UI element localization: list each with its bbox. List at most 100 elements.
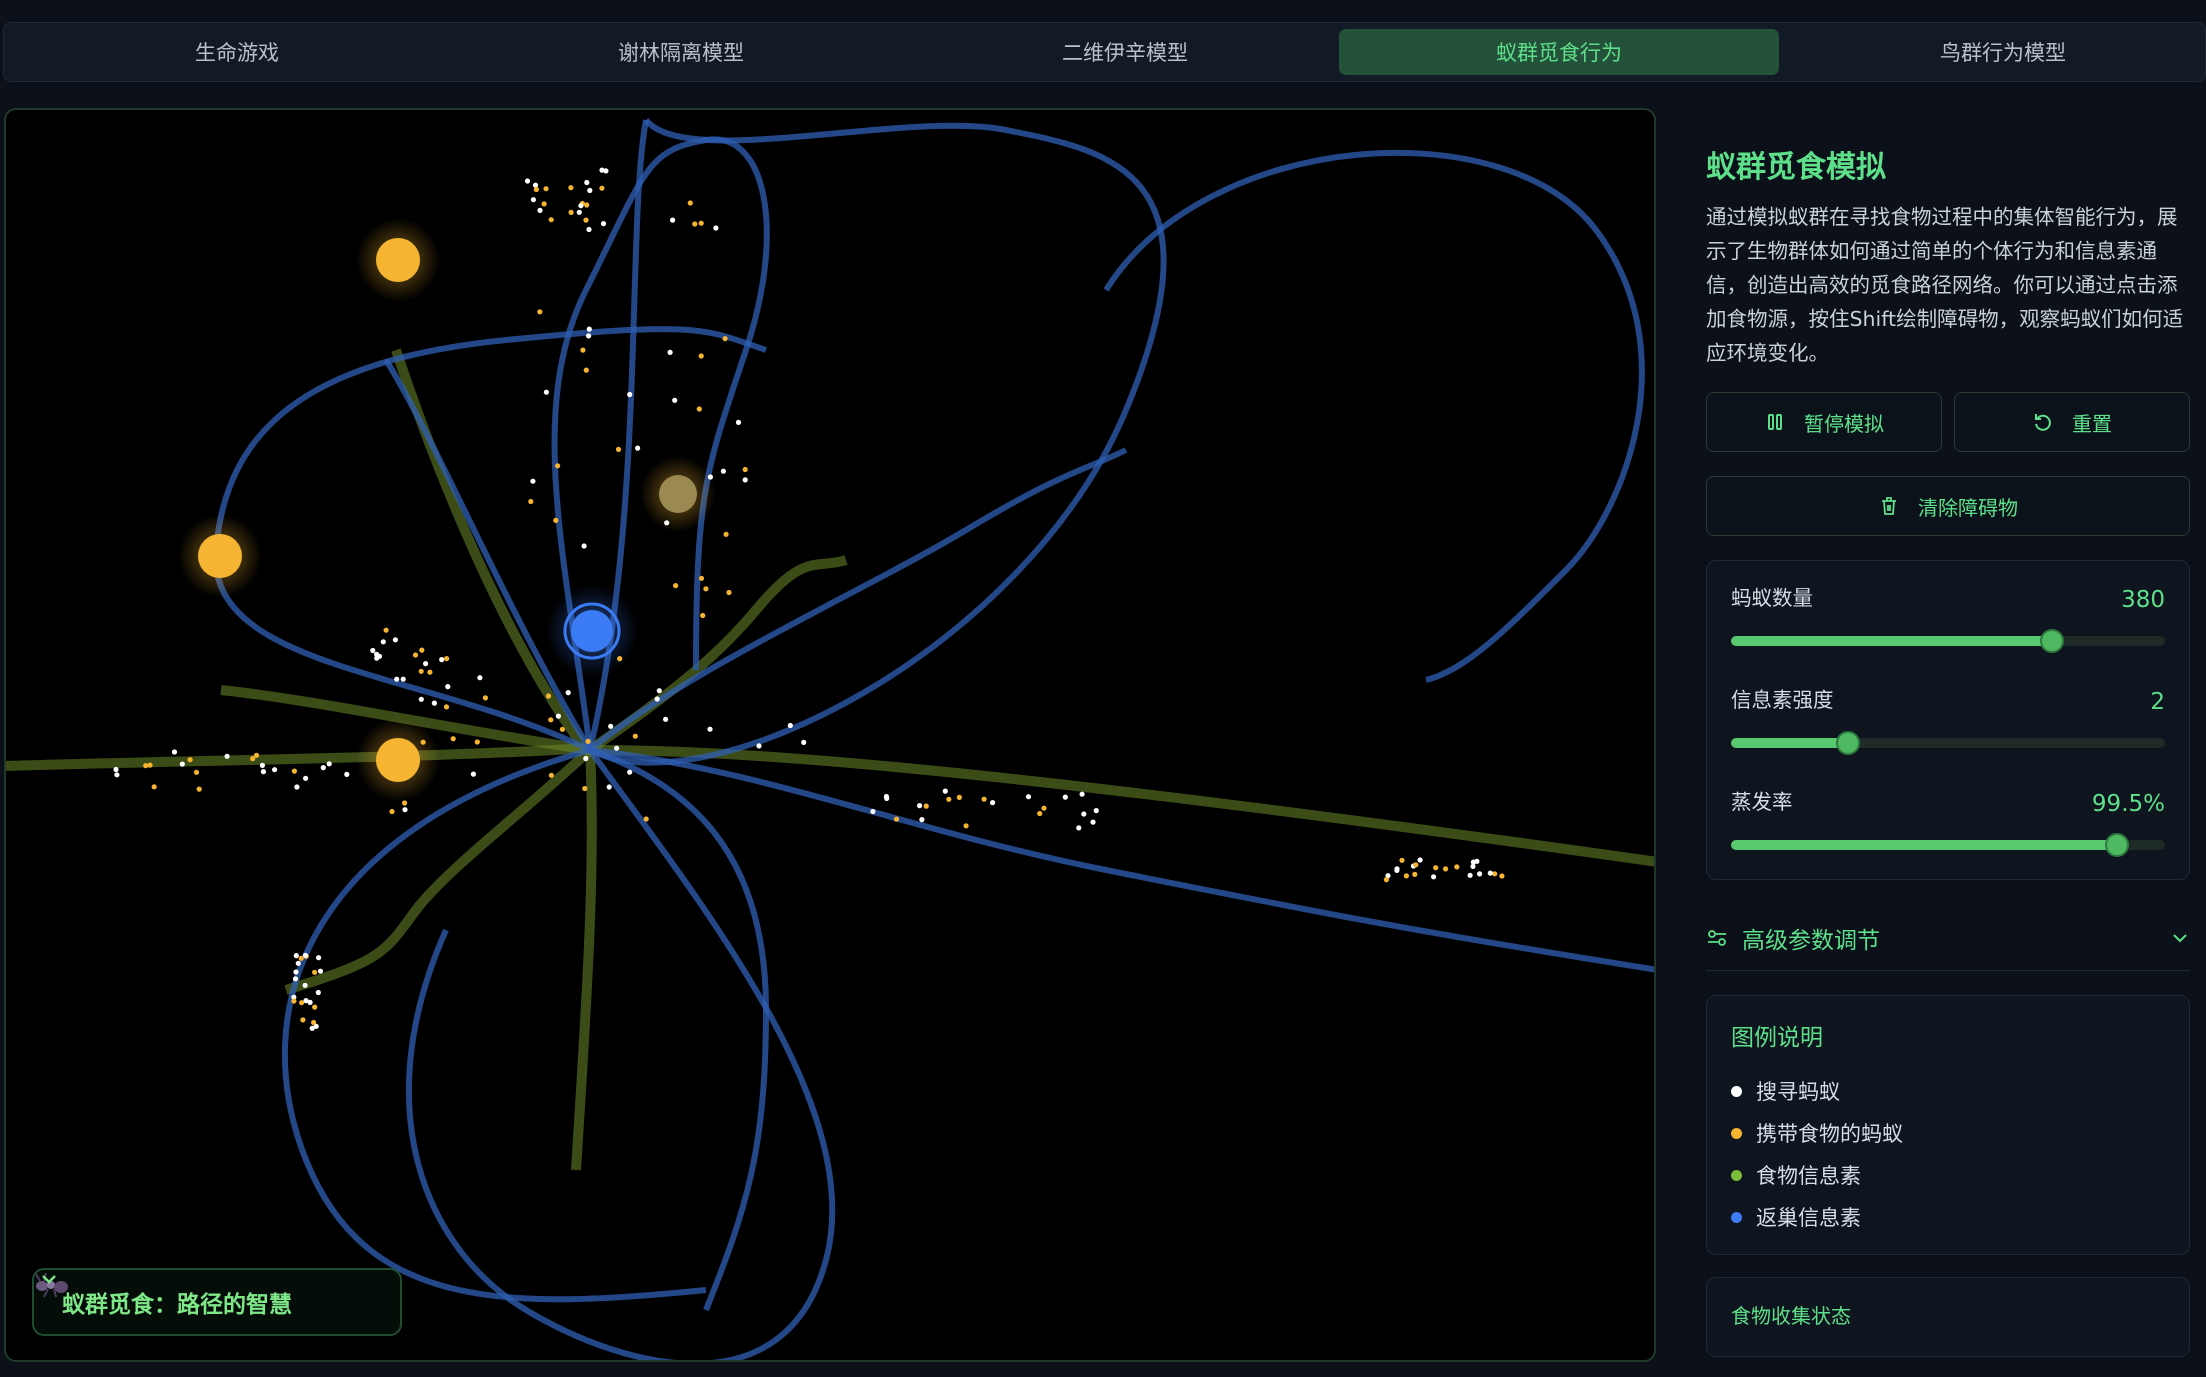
ant: [394, 676, 400, 682]
ant: [1025, 794, 1032, 800]
ant: [193, 769, 200, 775]
advanced-params-toggle[interactable]: 高级参数调节: [1706, 906, 2190, 971]
slider-thumb[interactable]: [2040, 629, 2065, 653]
slider-track[interactable]: [1731, 833, 2165, 857]
ant: [470, 771, 476, 777]
legend-dot: [1731, 1085, 1742, 1097]
ant: [687, 200, 693, 206]
ant: [291, 768, 297, 774]
ant: [477, 675, 483, 681]
ant: [524, 178, 531, 184]
advanced-label: 高级参数调节: [1742, 928, 1880, 954]
legend-dot: [1731, 1211, 1742, 1223]
food-source[interactable]: [376, 738, 420, 782]
ant: [307, 999, 313, 1006]
ant: [698, 575, 705, 581]
ant: [606, 784, 612, 790]
ant: [583, 367, 589, 373]
slider-pheromone-strength: 信息素强度 2: [1731, 683, 2165, 785]
ant: [196, 786, 202, 792]
ant: [383, 627, 389, 633]
ant: [722, 336, 728, 342]
ant: [299, 1000, 305, 1006]
slider-thumb[interactable]: [1836, 731, 1861, 755]
ant: [707, 726, 713, 732]
ant: [344, 771, 350, 778]
tab-game-of-life[interactable]: 生命游戏: [17, 29, 457, 75]
ant: [565, 690, 571, 696]
ant: [670, 217, 676, 223]
ant: [1474, 858, 1480, 864]
ant: [559, 726, 566, 732]
ant: [555, 713, 562, 719]
ant: [654, 696, 660, 702]
clear-obstacles-button[interactable]: 清除障碍物: [1706, 476, 2190, 536]
ant: [756, 743, 762, 749]
ant: [600, 221, 607, 227]
ant: [548, 217, 554, 223]
reset-label: 重置: [2072, 411, 2112, 436]
tab-schelling[interactable]: 谢林隔离模型: [461, 29, 901, 75]
tab-ising[interactable]: 二维伊辛模型: [905, 29, 1345, 75]
pause-icon: [1768, 414, 1782, 430]
ant: [1499, 873, 1505, 879]
ant: [1399, 857, 1405, 863]
ant: [482, 695, 488, 701]
ant: [703, 586, 709, 592]
ant: [303, 775, 309, 781]
ant: [1470, 863, 1476, 870]
ants: [113, 167, 1505, 1031]
ant: [956, 794, 963, 801]
ant: [1041, 805, 1047, 811]
caption-dropdown[interactable]: 蚁群觅食：路径的智慧: [32, 1268, 402, 1336]
simulation-canvas[interactable]: 蚁群觅食：路径的智慧: [4, 108, 1656, 1362]
ant: [578, 203, 584, 209]
ant: [1090, 819, 1096, 825]
food-source[interactable]: [376, 238, 420, 282]
slider-fill: [1731, 840, 2118, 850]
slider-track[interactable]: [1731, 731, 2165, 755]
slider-thumb[interactable]: [2105, 833, 2130, 857]
ant: [1487, 870, 1493, 876]
ant: [171, 749, 178, 755]
ant: [250, 756, 256, 762]
legend-label: 搜寻蚂蚁: [1756, 1080, 1840, 1104]
legend-item-carrying-ant: 携带食物的蚂蚁: [1731, 1112, 2165, 1154]
pause-label: 暂停模拟: [1804, 411, 1884, 436]
food-source[interactable]: [198, 534, 242, 578]
ant: [312, 969, 318, 975]
caption-text: 蚁群觅食：路径的智慧: [62, 1292, 292, 1318]
chevron-down-icon: [42, 1275, 56, 1284]
ant: [923, 803, 929, 809]
ant-nest: [546, 585, 638, 677]
ant: [1076, 825, 1082, 831]
slider-card: 蚂蚁数量 380 信息素强度 2 蒸发率 99.5%: [1706, 560, 2190, 880]
ant: [293, 953, 299, 959]
ant: [300, 1017, 306, 1023]
ant: [990, 800, 996, 806]
ant: [1492, 871, 1498, 877]
tab-boids[interactable]: 鸟群行为模型: [1783, 29, 2206, 75]
ant: [537, 207, 543, 213]
ant: [187, 757, 193, 763]
reset-button[interactable]: 重置: [1954, 392, 2190, 452]
legend-label: 携带食物的蚂蚁: [1756, 1122, 1903, 1146]
ant: [309, 1025, 315, 1031]
slider-track[interactable]: [1731, 629, 2165, 653]
food-source[interactable]: [659, 475, 697, 513]
panel-description: 通过模拟蚁群在寻找食物过程中的集体智能行为，展示了生物群体如何通过简单的个体行为…: [1706, 205, 2184, 365]
legend-item-searching-ant: 搜寻蚂蚁: [1731, 1070, 2165, 1112]
ant: [530, 197, 537, 203]
ant: [418, 668, 424, 674]
ant: [1394, 867, 1400, 874]
ant: [423, 661, 429, 667]
ant: [444, 656, 450, 662]
ant-simulation-svg[interactable]: [6, 110, 1656, 1362]
ant: [545, 693, 552, 699]
tab-ant-colony[interactable]: 蚁群觅食行为: [1339, 29, 1779, 75]
button-row: 暂停模拟 重置: [1706, 392, 2190, 452]
ant: [1079, 791, 1085, 797]
pause-button[interactable]: 暂停模拟: [1706, 392, 1942, 452]
ant: [541, 201, 547, 207]
tab-bar: 生命游戏 谢林隔离模型 二维伊辛模型 蚁群觅食行为 鸟群行为模型: [3, 22, 2206, 82]
